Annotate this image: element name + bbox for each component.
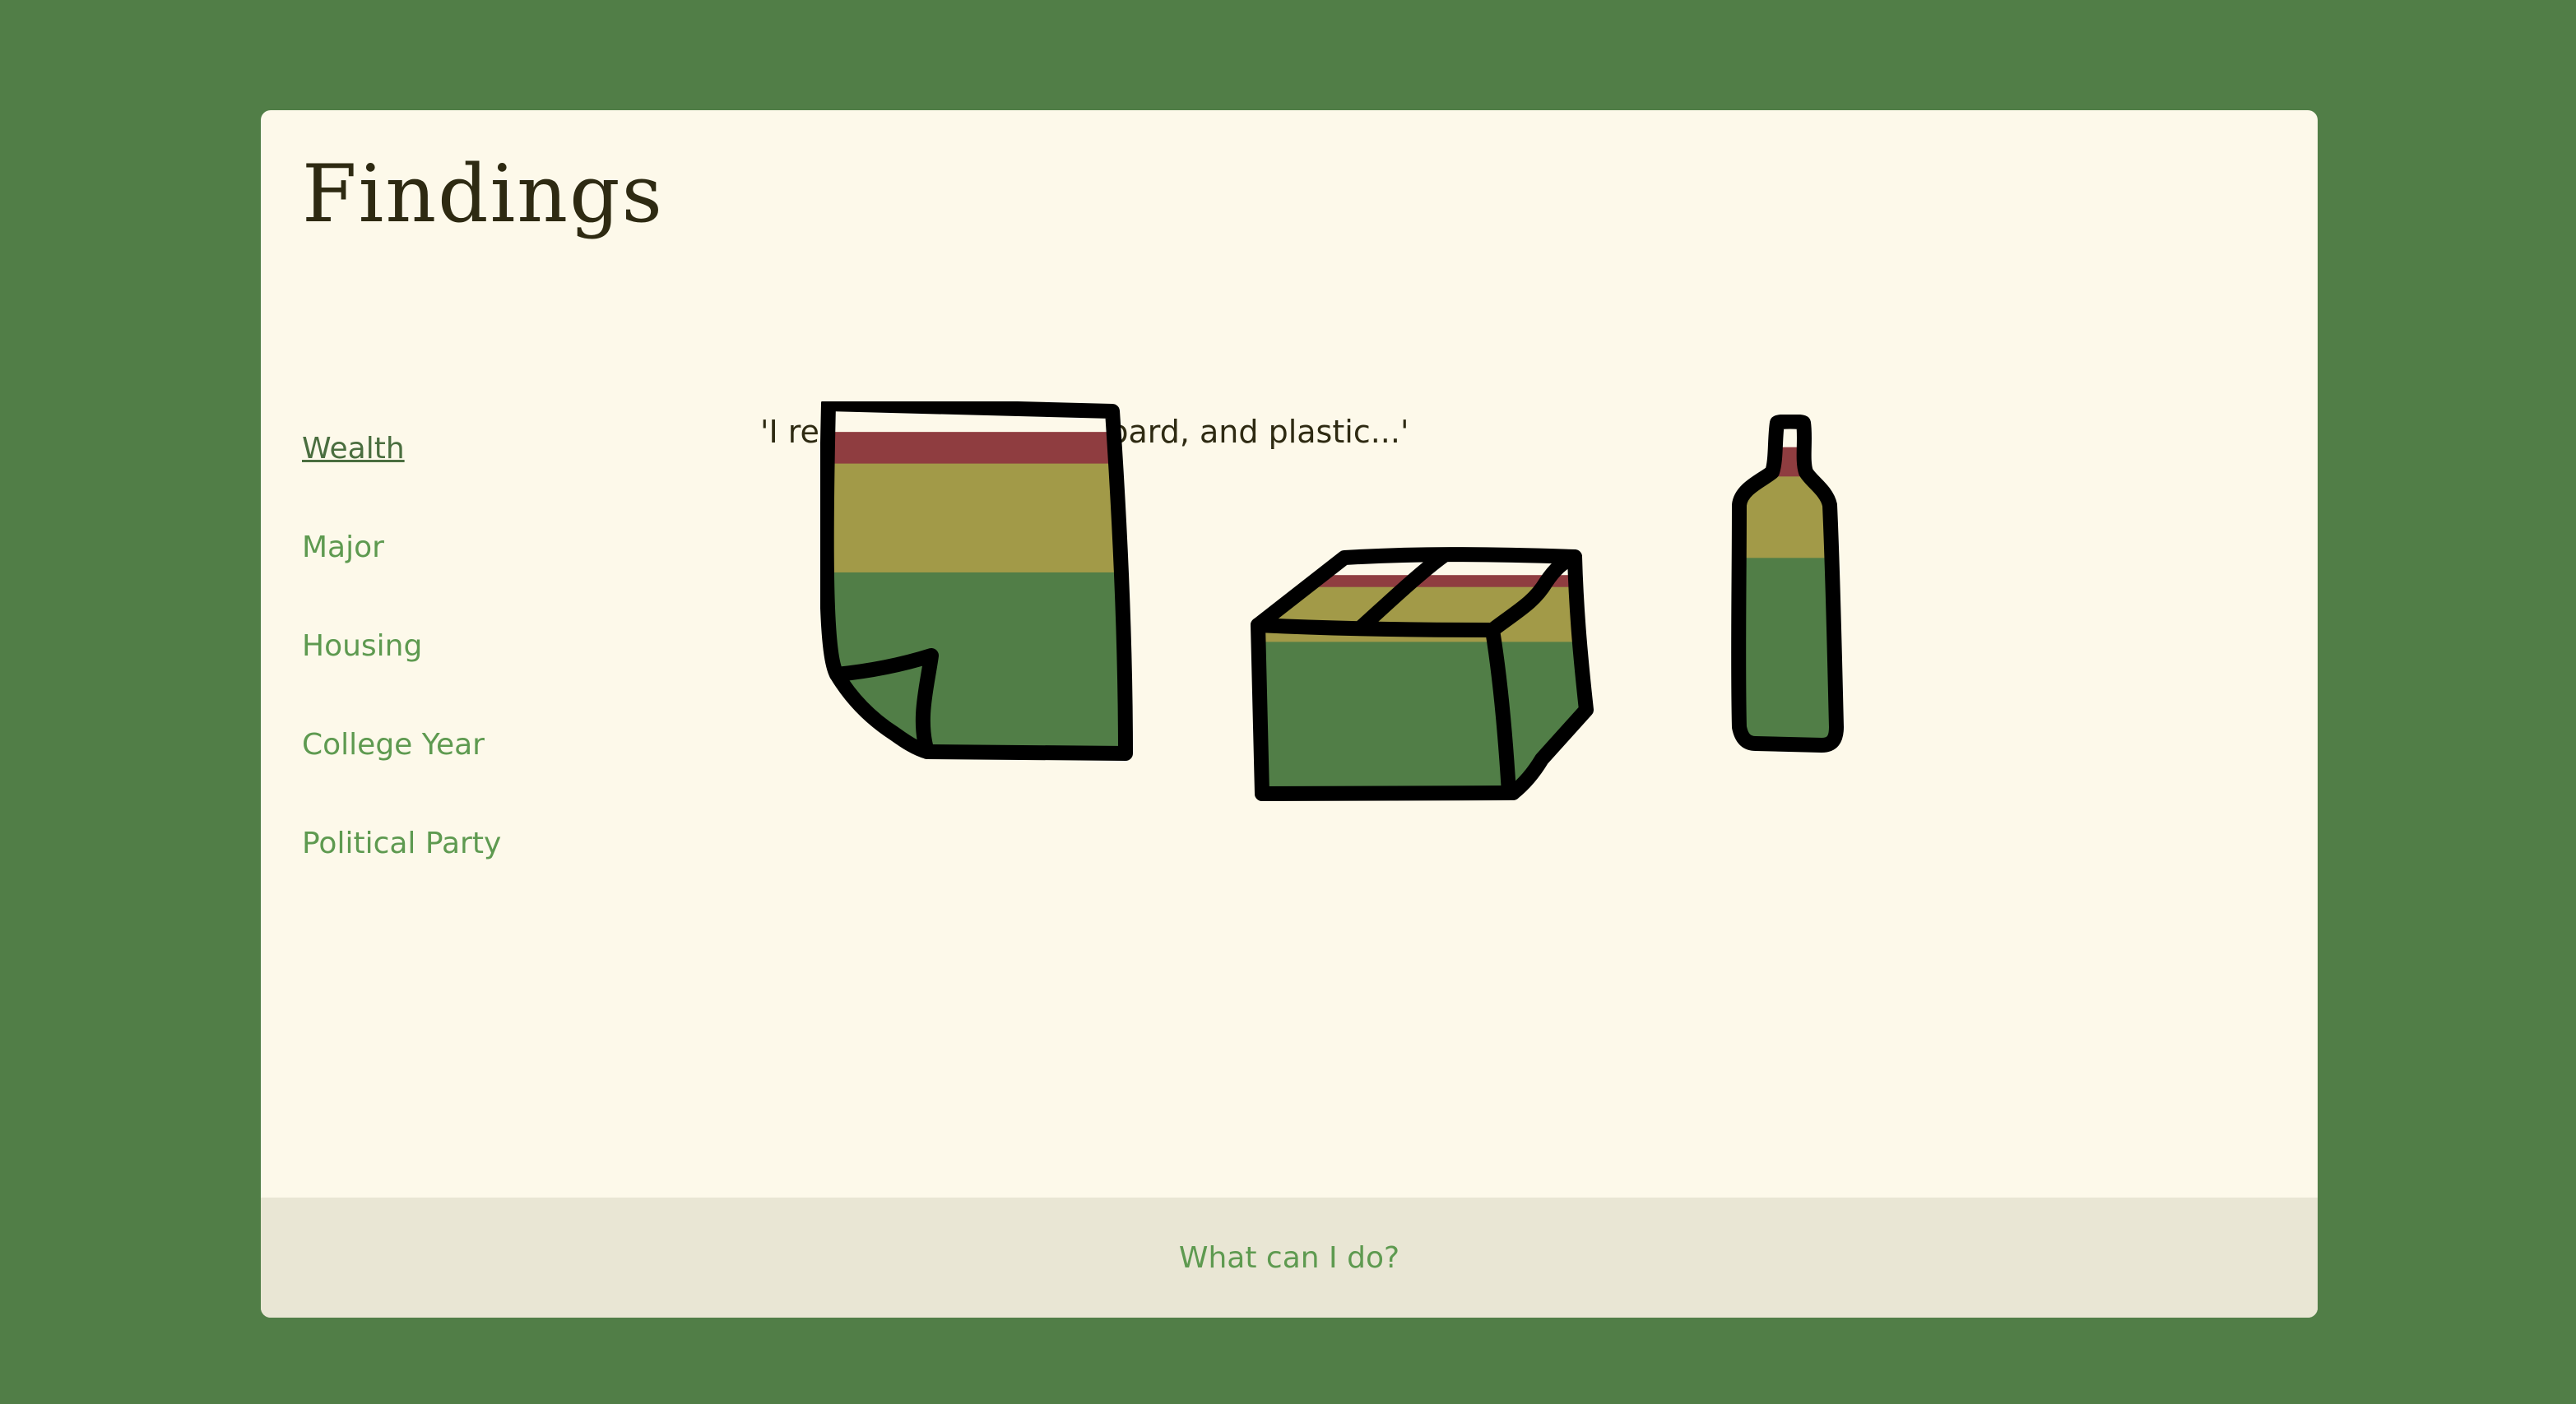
findings-sidebar: Wealth Major Housing College Year Politi… <box>302 421 501 915</box>
sidebar-item-housing[interactable]: Housing <box>302 619 501 717</box>
paper-icon <box>820 401 1133 761</box>
sidebar-item-political-party[interactable]: Political Party <box>302 816 501 915</box>
bottle-fill-white <box>1738 421 1836 449</box>
bottle-fill-green <box>1738 558 1836 745</box>
box-fill-green <box>1258 642 1586 794</box>
what-can-i-do-link[interactable]: What can I do? <box>1179 1241 1399 1275</box>
sidebar-item-wealth[interactable]: Wealth <box>302 421 501 520</box>
page-title: Findings <box>302 148 664 240</box>
cardboard-box-icon <box>1251 547 1594 801</box>
findings-card: Findings Wealth Major Housing College Ye… <box>261 110 2318 1318</box>
sidebar-item-major[interactable]: Major <box>302 520 501 619</box>
plastic-bottle-icon <box>1731 415 1844 753</box>
sidebar-item-college-year[interactable]: College Year <box>302 717 501 816</box>
footer-bar: What can I do? <box>261 1198 2318 1318</box>
